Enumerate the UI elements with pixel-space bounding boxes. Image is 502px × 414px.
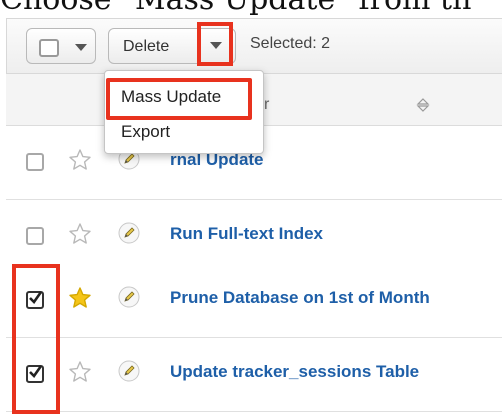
pencil-icon[interactable] <box>118 286 140 308</box>
row-checkbox[interactable] <box>26 153 44 171</box>
dropdown-toggle-highlight <box>197 22 233 66</box>
record-name-link[interactable]: Run Full-text Index <box>170 224 323 244</box>
delete-button[interactable]: Delete <box>123 38 169 56</box>
chevron-down-icon <box>75 44 87 51</box>
instruction-caption: Choose "Mass Update" from th <box>0 0 502 20</box>
star-icon[interactable] <box>68 148 92 172</box>
selected-count: Selected: 2 <box>250 35 331 52</box>
checked-rows-highlight <box>12 264 60 414</box>
pencil-icon[interactable] <box>118 222 140 244</box>
column-header-name[interactable]: r <box>264 96 269 114</box>
record-name-link[interactable]: Prune Database on 1st of Month <box>170 288 430 308</box>
table-row: Update tracker_sessions Table <box>6 338 502 412</box>
table-row: Run Full-text Index <box>6 200 502 274</box>
menu-item-export[interactable]: Export <box>121 122 170 142</box>
star-icon[interactable] <box>68 360 92 384</box>
select-all-dropdown[interactable] <box>26 28 96 64</box>
row-checkbox[interactable] <box>26 227 44 245</box>
pencil-icon[interactable] <box>118 360 140 382</box>
select-all-checkbox[interactable] <box>39 39 59 57</box>
sort-icon[interactable] <box>416 97 430 113</box>
table-row: Prune Database on 1st of Month <box>6 264 502 338</box>
mass-update-highlight <box>106 78 252 120</box>
record-name-link[interactable]: Update tracker_sessions Table <box>170 362 419 382</box>
star-icon[interactable] <box>68 222 92 246</box>
star-icon[interactable] <box>68 286 92 310</box>
